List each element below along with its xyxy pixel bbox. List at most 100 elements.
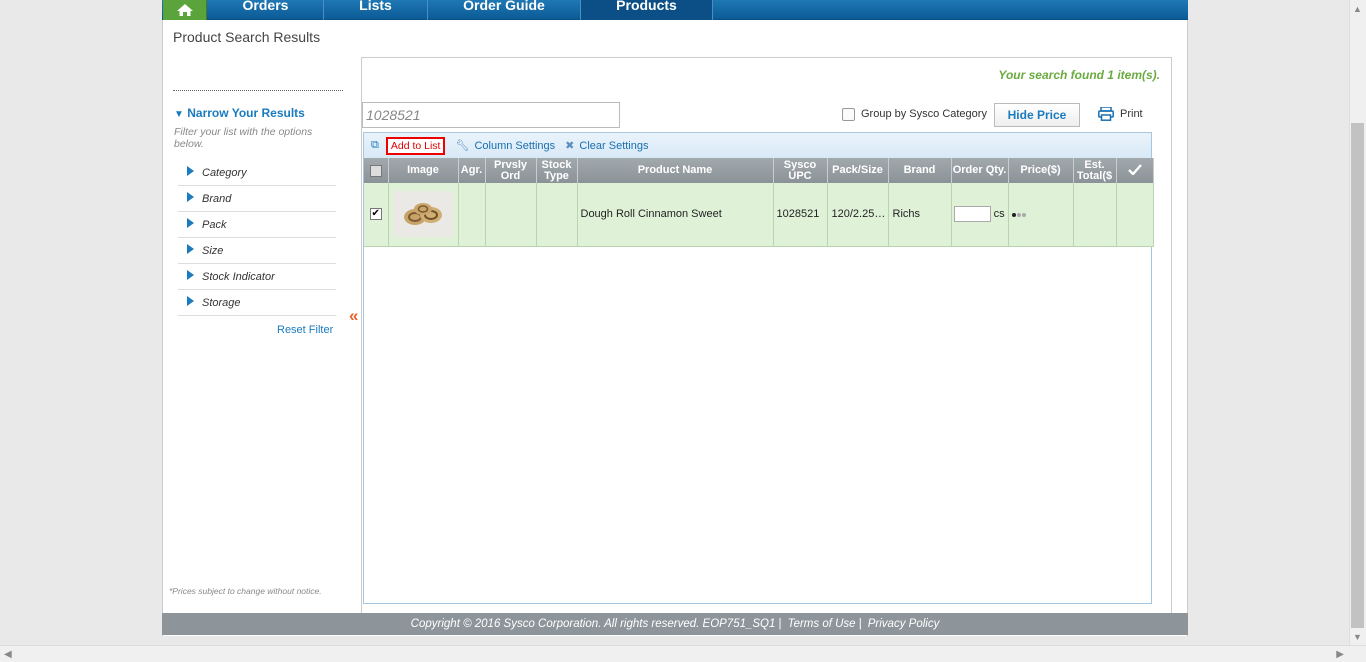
cinnamon-roll-photo	[393, 191, 453, 238]
privacy-link[interactable]: Privacy Policy	[868, 618, 940, 630]
scroll-down-icon[interactable]: ▼	[1353, 632, 1362, 642]
sidebar-divider	[173, 90, 343, 91]
tab-order-guide[interactable]: Order Guide	[428, 0, 581, 20]
wrench-icon: 🔧︎	[455, 140, 470, 152]
table-row[interactable]: ✔ Dough Roll Cinnamon Sweet 1028521 120/…	[364, 183, 1154, 247]
image-cell	[388, 183, 459, 247]
clear-settings-button[interactable]: ✖ Clear Settings	[565, 139, 649, 153]
search-result-count: Your search found 1 item(s).	[998, 68, 1160, 82]
column-header[interactable]: Brand	[888, 158, 952, 183]
print-button[interactable]: Print	[1098, 107, 1143, 121]
group-by-category-checkbox[interactable]	[842, 108, 855, 121]
filter-stock-indicator[interactable]: Stock Indicator	[178, 264, 336, 290]
filter-size[interactable]: Size	[178, 238, 336, 264]
column-header[interactable]: Product Name	[577, 158, 774, 183]
agr-cell	[458, 183, 486, 247]
terms-link[interactable]: Terms of Use	[788, 618, 856, 630]
triangle-right-icon	[187, 217, 194, 228]
page-title: Product Search Results	[173, 29, 321, 45]
product-grid: ⧉ Add to List 🔧︎ Column Settings ✖ Clear…	[363, 132, 1154, 604]
footer: Copyright © 2016 Sysco Corporation. All …	[162, 613, 1188, 635]
scroll-up-icon[interactable]: ▲	[1353, 4, 1362, 14]
price-note: *Prices subject to change without notice…	[169, 586, 322, 596]
narrow-results-description: Filter your list with the options below.	[174, 126, 313, 150]
product-image[interactable]	[393, 191, 453, 238]
triangle-right-icon	[187, 243, 194, 254]
column-header[interactable]: Image	[388, 158, 459, 183]
column-header[interactable]: Agr.	[458, 158, 486, 183]
filter-label: Stock Indicator	[202, 270, 275, 283]
vertical-scrollbar-thumb[interactable]	[1351, 123, 1364, 628]
triangle-right-icon	[187, 295, 194, 306]
home-icon	[176, 4, 193, 16]
row-select-cell[interactable]: ✔	[364, 183, 389, 247]
filter-storage[interactable]: Storage	[178, 290, 336, 316]
product-table: Image Agr. Prvsly Ord Stock Type Product…	[364, 158, 1154, 247]
product-name-cell[interactable]: Dough Roll Cinnamon Sweet	[577, 183, 774, 247]
tab-products[interactable]: Products	[581, 0, 713, 20]
triangle-down-icon: ▼	[174, 109, 184, 120]
reset-filter-link[interactable]: Reset Filter	[277, 324, 333, 336]
est-total-cell	[1073, 183, 1117, 247]
narrow-results-title: Narrow Your Results	[187, 106, 305, 120]
tab-orders[interactable]: Orders	[208, 0, 324, 20]
filter-label: Size	[202, 244, 224, 257]
filter-list: Category Brand Pack Size Stock Indicator…	[178, 160, 336, 316]
horizontal-scrollbar[interactable]: ◀ ▶	[0, 645, 1366, 662]
column-settings-label: Column Settings	[474, 139, 556, 152]
checkmark-header[interactable]	[1116, 158, 1154, 183]
collapse-sidebar-icon[interactable]: «	[349, 306, 358, 326]
column-header[interactable]: Prvsly Ord	[485, 158, 537, 183]
hide-price-button[interactable]: Hide Price	[994, 103, 1080, 127]
previously-ordered-cell	[485, 183, 537, 247]
order-qty-input[interactable]	[953, 206, 991, 223]
tab-lists[interactable]: Lists	[324, 0, 428, 20]
grid-toolbar: ⧉ Add to List 🔧︎ Column Settings ✖ Clear…	[364, 133, 1151, 158]
select-all-header[interactable]	[364, 158, 389, 183]
scroll-right-icon[interactable]: ▶	[1336, 649, 1344, 660]
column-header[interactable]: Stock Type	[536, 158, 578, 183]
main-nav: Orders Lists Order Guide Products	[162, 0, 1188, 20]
brand-cell: Richs	[888, 183, 952, 247]
price-cell	[1008, 183, 1074, 247]
print-label: Print	[1120, 108, 1143, 120]
column-header[interactable]: Price($)	[1008, 158, 1074, 183]
stock-type-cell	[536, 183, 578, 247]
filter-label: Pack	[202, 218, 227, 231]
add-to-list-button[interactable]: Add to List	[385, 136, 446, 155]
select-all-checkbox[interactable]	[369, 164, 382, 177]
column-header[interactable]: Order Qty.	[951, 158, 1009, 183]
narrow-results-toggle[interactable]: ▼ Narrow Your Results	[174, 106, 305, 120]
filter-pack[interactable]: Pack	[178, 212, 336, 238]
column-header[interactable]: Pack/Size	[827, 158, 889, 183]
filter-label: Category	[202, 166, 247, 179]
pack-size-cell: 120/2.25…	[827, 183, 889, 247]
filter-label: Storage	[202, 296, 241, 309]
scroll-left-icon[interactable]: ◀	[4, 649, 12, 660]
clear-x-icon: ✖	[565, 140, 575, 152]
copyright-text: Copyright © 2016 Sysco Corporation. All …	[410, 618, 776, 630]
order-qty-cell: cs	[951, 183, 1009, 247]
group-by-category-label: Group by Sysco Category	[861, 108, 987, 120]
column-settings-button[interactable]: 🔧︎ Column Settings	[455, 139, 556, 153]
clear-settings-label: Clear Settings	[579, 139, 649, 152]
checkmark-icon	[1127, 163, 1142, 176]
triangle-right-icon	[187, 269, 194, 280]
triangle-right-icon	[187, 191, 194, 202]
search-input[interactable]	[362, 102, 620, 128]
filter-label: Brand	[202, 192, 232, 205]
filter-brand[interactable]: Brand	[178, 186, 336, 212]
filter-category[interactable]: Category	[178, 160, 336, 186]
loading-indicator-icon	[1011, 213, 1026, 218]
row-checkbox[interactable]: ✔	[369, 208, 382, 221]
column-header[interactable]: Est. Total($	[1073, 158, 1117, 183]
triangle-right-icon	[187, 165, 194, 176]
qty-unit-label: cs	[993, 208, 1005, 221]
column-header[interactable]: Sysco UPC	[773, 158, 828, 183]
sysco-upc-cell: 1028521	[773, 183, 828, 247]
row-check-cell	[1116, 183, 1154, 247]
home-button[interactable]	[163, 0, 207, 20]
results-panel: Your search found 1 item(s). Group by Sy…	[361, 57, 1172, 614]
copy-icon[interactable]: ⧉	[371, 139, 379, 152]
printer-icon	[1098, 107, 1114, 121]
